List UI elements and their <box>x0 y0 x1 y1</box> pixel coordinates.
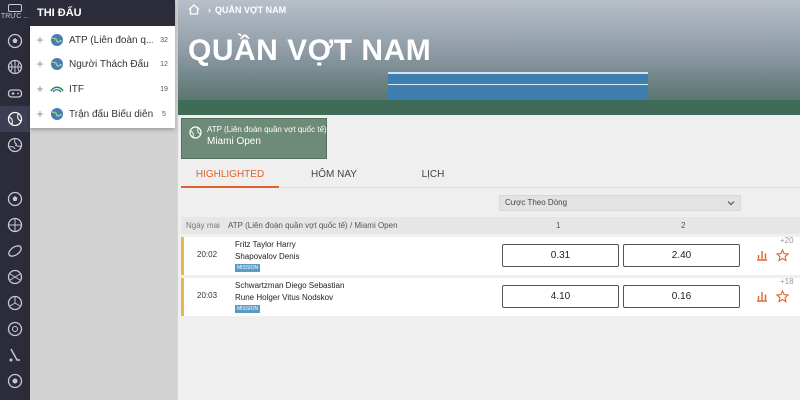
match-time: 20:02 <box>197 250 218 259</box>
competition-label: ATP (Liên đoàn q... <box>69 34 153 46</box>
league-card[interactable]: ATP (Liên đoàn quần vợt quốc tế) Miami O… <box>181 118 327 159</box>
volleyball-icon[interactable] <box>6 268 24 286</box>
breadcrumb: › QUẦN VỢT NAM <box>188 4 286 15</box>
star-icon[interactable] <box>776 290 789 303</box>
pool-icon[interactable] <box>6 372 24 390</box>
esports-icon[interactable] <box>6 84 24 102</box>
competition-count: 5 <box>162 110 166 118</box>
expand-icon[interactable]: + <box>30 33 50 47</box>
competition-item-atp[interactable]: + ATP (Liên đoàn q... 32 <box>30 28 175 52</box>
match-time: 20:03 <box>197 291 218 300</box>
mission-badge: MISSION <box>235 264 261 272</box>
globe-icon <box>51 108 63 120</box>
match-row[interactable]: 20:02 Fritz Taylor Harry Shapovalov Deni… <box>181 236 800 275</box>
hockey-icon[interactable] <box>6 346 24 364</box>
league-name: ATP (Liên đoàn quần vợt quốc tế) <box>207 125 327 134</box>
match-row[interactable]: 20:03 Schwartzman Diego Sebastian Rune H… <box>181 277 800 316</box>
basketball-icon[interactable] <box>6 58 24 76</box>
competition-label: Người Thách Đấu <box>69 58 149 70</box>
tv-icon <box>8 4 22 12</box>
live-tv-button[interactable]: TRỰC ... <box>0 0 30 26</box>
main-content: › QUẦN VỢT NAM QUẦN VỢT NAM ATP (Liên đo… <box>178 0 800 400</box>
competition-item-challenger[interactable]: + Người Thách Đấu 12 <box>30 52 175 76</box>
tennis-icon[interactable] <box>0 106 30 132</box>
hero-banner: › QUẦN VỢT NAM QUẦN VỢT NAM <box>178 0 800 115</box>
basketball-icon[interactable] <box>6 216 24 234</box>
competition-header: THI ĐẤU <box>30 0 175 26</box>
odds-button-1[interactable]: 0.31 <box>502 244 619 267</box>
breadcrumb-current: QUẦN VỢT NAM <box>215 4 287 15</box>
chevron-down-icon <box>727 201 735 206</box>
tennis-ball-icon <box>189 126 202 139</box>
sport-rail: TRỰC ... <box>0 0 30 400</box>
competition-count: 12 <box>160 60 168 68</box>
market-select-value: Cược Theo Dòng <box>505 198 568 207</box>
volleyball-icon[interactable] <box>6 294 24 312</box>
column-header-1: 1 <box>556 221 561 230</box>
expand-icon[interactable]: + <box>30 57 50 71</box>
more-markets-link[interactable]: +18 <box>780 277 794 286</box>
column-header-2: 2 <box>681 221 686 230</box>
odds-button-1[interactable]: 4.10 <box>502 285 619 308</box>
soccer-icon[interactable] <box>6 190 24 208</box>
live-label: TRỰC ... <box>0 13 30 20</box>
group-title: ATP (Liên đoàn quần vợt quốc tế) / Miami… <box>228 221 398 230</box>
mission-badge: MISSION <box>235 305 261 313</box>
star-icon[interactable] <box>776 249 789 262</box>
home-icon[interactable] <box>188 4 200 15</box>
competition-label: Trận đấu Biểu diễn <box>69 108 153 120</box>
tab-schedule[interactable]: LỊCH <box>389 162 477 188</box>
more-markets-link[interactable]: +20 <box>780 236 794 245</box>
expand-icon[interactable]: + <box>30 82 50 96</box>
competition-count: 19 <box>160 85 168 93</box>
panel-backdrop <box>30 128 178 400</box>
odds-button-2[interactable]: 0.16 <box>623 285 740 308</box>
stats-icon[interactable] <box>756 249 768 261</box>
rugby-icon[interactable] <box>6 242 24 260</box>
market-select[interactable]: Cược Theo Dòng <box>499 195 741 211</box>
tab-today[interactable]: HÔM NAY <box>279 162 389 188</box>
team-2-name: Shapovalov Denis <box>235 252 300 261</box>
expand-icon[interactable]: + <box>30 107 50 121</box>
odds-button-2[interactable]: 2.40 <box>623 244 740 267</box>
tab-highlighted[interactable]: HIGHLIGHTED <box>181 162 279 188</box>
team-1-name: Schwartzman Diego Sebastian <box>235 281 345 290</box>
group-header: Ngày mai ATP (Liên đoàn quần vợt quốc tế… <box>181 217 800 234</box>
tab-bar: HIGHLIGHTED HÔM NAY LỊCH <box>181 162 800 188</box>
competition-panel: THI ĐẤU + ATP (Liên đoàn q... 32 + Người… <box>30 0 175 128</box>
globe-icon <box>51 58 63 70</box>
soccer-icon[interactable] <box>6 32 24 50</box>
group-day: Ngày mai <box>186 221 220 230</box>
competition-label: ITF <box>69 83 84 95</box>
team-2-name: Rune Holger Vitus Nodskov <box>235 293 334 302</box>
itf-logo-icon <box>50 86 64 93</box>
competition-item-itf[interactable]: + ITF 19 <box>30 77 175 101</box>
court-edge <box>178 100 800 115</box>
team-1-name: Fritz Taylor Harry <box>235 240 296 249</box>
globe-icon <box>51 34 63 46</box>
competition-item-exhibition[interactable]: + Trận đấu Biểu diễn 5 <box>30 102 175 126</box>
tournament-name: Miami Open <box>207 136 261 147</box>
stats-icon[interactable] <box>756 290 768 302</box>
competition-count: 32 <box>160 36 168 44</box>
handball-icon[interactable] <box>6 320 24 338</box>
page-title: QUẦN VỢT NAM <box>188 34 432 67</box>
chevron-right-icon: › <box>208 4 211 15</box>
volleyball-icon[interactable] <box>6 136 24 154</box>
